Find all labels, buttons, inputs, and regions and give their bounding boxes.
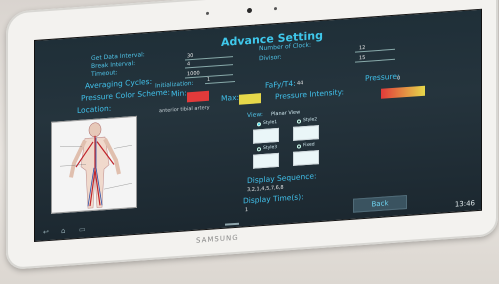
pressure-value: 0 [397,75,401,82]
display-sequence-value[interactable]: 3,2,1,4,5,7,6,8 [247,185,284,194]
display-time-label: Display Time(s): [243,192,304,206]
fixed-preview[interactable] [293,150,319,166]
style3-preview[interactable] [253,152,279,169]
display-sequence-label: Display Sequence: [247,171,317,186]
sensor-left [206,11,209,16]
vascular-body-image[interactable] [51,115,137,214]
max-color-swatch[interactable] [239,93,261,105]
style2-preview[interactable] [293,125,319,141]
sensor-right [274,7,277,11]
timeout-field[interactable]: 4 [185,59,233,69]
front-camera [247,7,252,14]
back-nav-icon[interactable]: ↩ [43,228,49,236]
style1-radio[interactable] [257,122,261,127]
fafy-value: 44 [297,80,304,87]
style2-radio[interactable] [297,119,301,124]
style3-radio[interactable] [257,147,261,152]
location-value[interactable]: anterior tibial artery [159,105,210,115]
pressure-label: Pressure: [365,71,400,83]
fixed-radio[interactable] [297,144,301,149]
style2-label: Style2 [303,117,318,124]
max-label: Max: [221,92,240,103]
home-indicator[interactable] [225,222,239,226]
min-color-swatch[interactable] [187,90,209,103]
view-value[interactable]: Planar View [271,109,300,117]
pressure-intensity-label: Pressure Intensity: [275,87,345,102]
app-screen: Advance Setting Get Data Interval: Break… [34,8,482,243]
averaging-cycles-value: 1000 [187,70,200,78]
view-label: View: [247,111,263,120]
fafy-label: FaFy/T4: [265,78,296,90]
divisor-label: Divisor: [259,53,282,63]
divisor-value: 15 [359,54,366,62]
break-interval-value: 30 [187,52,194,60]
fixed-label: Fixed [303,142,315,149]
timeout-value: 4 [187,61,191,68]
home-nav-icon[interactable]: ⌂ [61,227,65,235]
style1-preview[interactable] [253,127,279,144]
timeout-label: Timeout: [91,69,118,79]
pressure-intensity-bar [381,85,425,99]
min-label: Min: [171,88,187,99]
back-button[interactable]: Back [353,194,407,213]
initialization-label: Initialization: [155,79,194,90]
number-of-clock-field[interactable]: 12 [355,43,395,53]
initialization-value: 1 [207,76,211,83]
location-label: Location: [77,103,112,116]
number-of-clock-value: 12 [359,44,366,52]
clock: 13:46 [454,199,475,209]
style3-label: Style3 [263,145,278,152]
divisor-field[interactable]: 15 [355,53,395,63]
display-time-value[interactable]: 1 [245,207,248,213]
tablet-frame: SAMSUNG Advance Setting Get Data Interva… [6,0,498,270]
recent-apps-icon[interactable]: ▭ [79,225,86,233]
style1-label: Style1 [263,120,278,127]
brand-logo: SAMSUNG [196,233,239,245]
initialization-field[interactable]: 1 [205,75,235,85]
